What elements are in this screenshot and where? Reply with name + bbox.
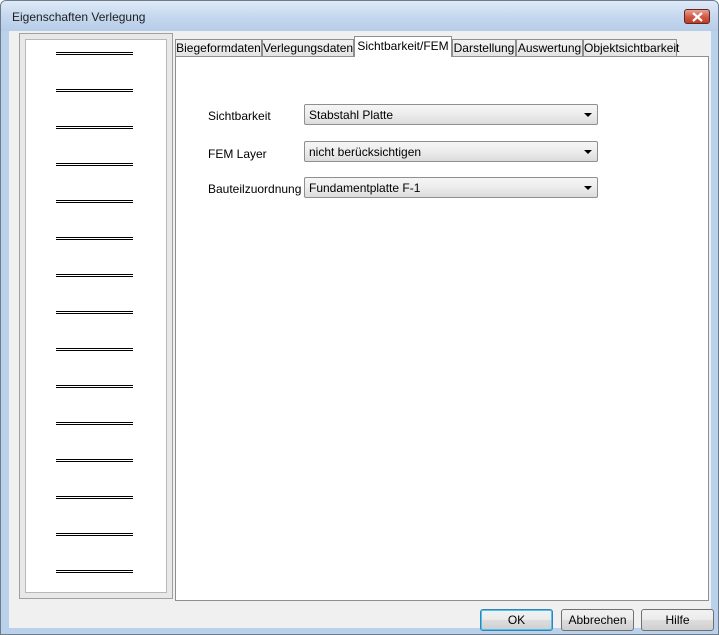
window-title: Eigenschaften Verlegung bbox=[12, 10, 146, 24]
sichtbarkeit-label: Sichtbarkeit bbox=[208, 109, 271, 123]
rebar-line bbox=[56, 533, 133, 536]
rebar-line bbox=[56, 422, 133, 425]
rebar-line bbox=[56, 570, 133, 573]
sichtbarkeit-dropdown[interactable]: Stabstahl Platte bbox=[304, 104, 598, 125]
rebar-line bbox=[56, 52, 133, 55]
bauteilzuordnung-label: Bauteilzuordnung bbox=[208, 182, 302, 196]
dialog-client-area: Biegeformdaten Verlegungsdaten Sichtbark… bbox=[9, 31, 714, 631]
rebar-line bbox=[56, 200, 133, 203]
rebar-line bbox=[56, 348, 133, 351]
tab-sichtbarkeit-fem[interactable]: Sichtbarkeit/FEM bbox=[354, 36, 452, 57]
tab-darstellung[interactable]: Darstellung bbox=[452, 39, 516, 56]
help-button[interactable]: Hilfe bbox=[641, 609, 714, 631]
ok-button[interactable]: OK bbox=[480, 609, 553, 631]
preview-panel bbox=[19, 33, 173, 599]
fem-layer-label: FEM Layer bbox=[208, 147, 267, 161]
tab-biegeformdaten[interactable]: Biegeformdaten bbox=[175, 39, 262, 56]
close-icon bbox=[692, 12, 703, 22]
close-button[interactable] bbox=[684, 9, 710, 24]
tab-verlegungsdaten[interactable]: Verlegungsdaten bbox=[262, 39, 354, 56]
rebar-line bbox=[56, 89, 133, 92]
fem-layer-value: nicht berücksichtigen bbox=[309, 145, 422, 159]
rebar-line bbox=[56, 126, 133, 129]
rebar-line bbox=[56, 237, 133, 240]
fem-layer-dropdown[interactable]: nicht berücksichtigen bbox=[304, 141, 598, 162]
rebar-line bbox=[56, 459, 133, 462]
chevron-down-icon bbox=[584, 186, 592, 190]
sichtbarkeit-value: Stabstahl Platte bbox=[309, 108, 394, 122]
rebar-line bbox=[56, 385, 133, 388]
rebar-line bbox=[56, 311, 133, 314]
title-bar[interactable]: Eigenschaften Verlegung bbox=[1, 1, 718, 31]
cancel-button[interactable]: Abbrechen bbox=[561, 609, 634, 631]
dialog-window: Eigenschaften Verlegung Biegeformdaten V… bbox=[0, 0, 719, 635]
tab-panel-sichtbarkeit-fem: Sichtbarkeit Stabstahl Platte FEM Layer … bbox=[175, 56, 709, 601]
bauteilzuordnung-value: Fundamentplatte F-1 bbox=[309, 181, 421, 195]
rebar-preview bbox=[25, 39, 167, 593]
chevron-down-icon bbox=[584, 113, 592, 117]
rebar-line bbox=[56, 274, 133, 277]
rebar-line bbox=[56, 496, 133, 499]
chevron-down-icon bbox=[584, 150, 592, 154]
tab-objektsichtbarkeit[interactable]: Objektsichtbarkeit bbox=[583, 39, 679, 56]
rebar-line bbox=[56, 163, 133, 166]
bauteilzuordnung-dropdown[interactable]: Fundamentplatte F-1 bbox=[304, 177, 598, 198]
tab-auswertung[interactable]: Auswertung bbox=[516, 39, 583, 56]
